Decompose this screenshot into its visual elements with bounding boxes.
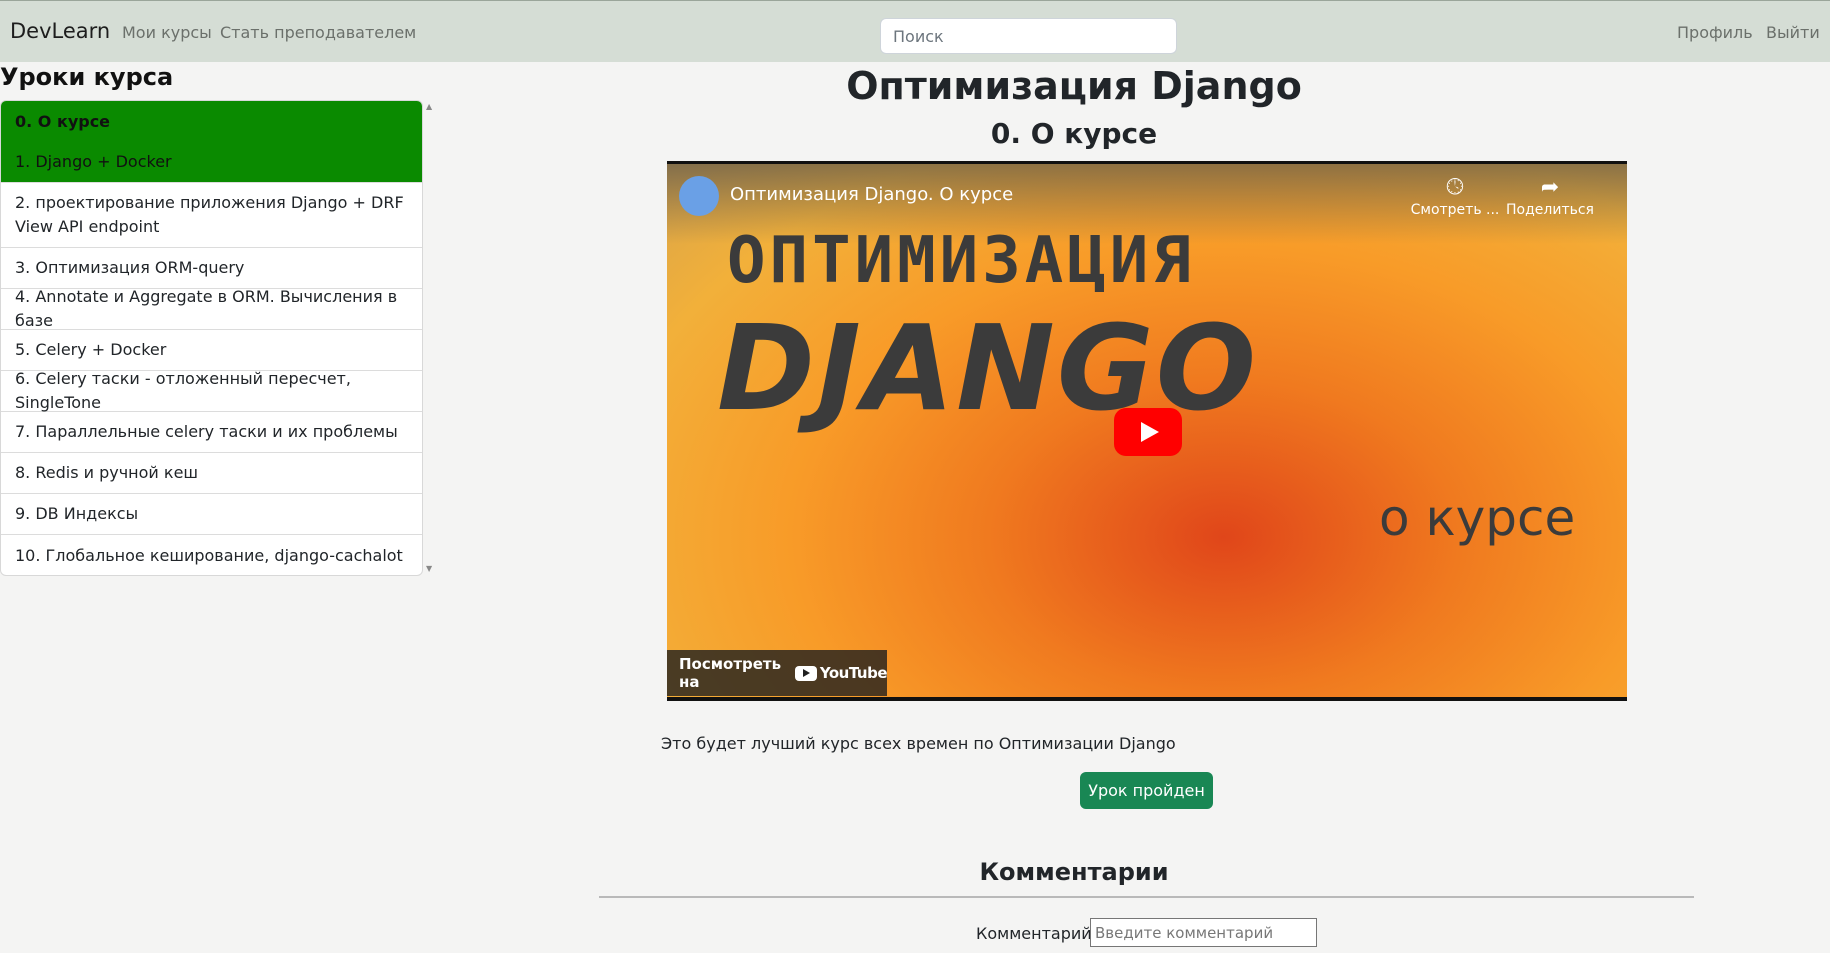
video-caption[interactable]: Оптимизация Django. О курсе xyxy=(730,184,1013,205)
watch-on-youtube-button[interactable]: Посмотреть на YouTube xyxy=(667,650,888,696)
scroll-down-icon[interactable]: ▼ xyxy=(426,564,432,573)
youtube-logo-icon: YouTube xyxy=(794,664,888,682)
lesson-item-10[interactable]: 10. Глобальное кеширование, django-cacha… xyxy=(1,535,422,575)
share-icon: ➦ xyxy=(1540,175,1560,200)
watch-later-button[interactable]: 🕓︎ Смотреть ... xyxy=(1410,174,1500,218)
video-player[interactable]: Оптимизация Django. О курсе 🕓︎ Смотреть … xyxy=(667,161,1627,701)
nav-my-courses[interactable]: Мои курсы xyxy=(122,23,212,42)
share-button[interactable]: ➦ Поделиться xyxy=(1505,174,1595,218)
youtube-wordmark: YouTube xyxy=(819,664,888,682)
channel-avatar[interactable] xyxy=(679,176,719,216)
comments-divider xyxy=(599,896,1694,898)
lesson-item-4[interactable]: 4. Annotate и Aggregate в ORM. Вычислени… xyxy=(1,287,422,330)
lesson-item-8[interactable]: 8. Redis и ручной кеш xyxy=(1,453,422,494)
lesson-item-5[interactable]: 5. Celery + Docker xyxy=(1,330,422,371)
clock-icon: 🕓︎ xyxy=(1446,175,1464,200)
lesson-item-2[interactable]: 2. проектирование приложения Django + DR… xyxy=(1,183,422,248)
comment-label: Комментарий: xyxy=(976,924,1098,943)
play-icon[interactable] xyxy=(1114,408,1182,456)
watch-on-label: Посмотреть на xyxy=(679,655,782,691)
brand-logo[interactable]: DevLearn xyxy=(10,19,110,43)
lesson-item-3[interactable]: 3. Оптимизация ORM-query xyxy=(1,248,422,289)
thumbnail-text-3: о курсе xyxy=(1379,489,1576,547)
lesson-description: Это будет лучший курс всех времен по Опт… xyxy=(661,734,1176,753)
nav-become-teacher[interactable]: Стать преподавателем xyxy=(220,23,416,42)
search-input[interactable] xyxy=(880,18,1177,54)
lesson-item-6[interactable]: 6. Celery таски - отложенный пересчет, S… xyxy=(1,369,422,412)
lesson-list-scrollbar[interactable]: ▲ ▼ xyxy=(425,100,435,576)
lesson-item-7[interactable]: 7. Параллельные celery таски и их пробле… xyxy=(1,412,422,453)
comment-input[interactable] xyxy=(1090,918,1317,947)
course-title: Оптимизация Django xyxy=(846,64,1302,108)
navbar: DevLearn Мои курсы Стать преподавателем … xyxy=(0,0,1830,62)
nav-profile[interactable]: Профиль xyxy=(1677,23,1753,42)
lesson-complete-button[interactable]: Урок пройден xyxy=(1080,772,1213,809)
lesson-item-9[interactable]: 9. DB Индексы xyxy=(1,494,422,535)
share-label: Поделиться xyxy=(1506,202,1594,218)
nav-logout[interactable]: Выйти xyxy=(1766,23,1820,42)
lesson-list: 0. О курсе 1. Django + Docker 2. проекти… xyxy=(0,100,423,576)
watch-later-label: Смотреть ... xyxy=(1410,202,1500,218)
lesson-title: 0. О курсе xyxy=(990,117,1158,150)
youtube-play-icon xyxy=(794,665,817,681)
comments-title: Комментарии xyxy=(979,858,1169,886)
thumbnail-text-1: ОПТИМИЗАЦИЯ xyxy=(727,224,1195,298)
